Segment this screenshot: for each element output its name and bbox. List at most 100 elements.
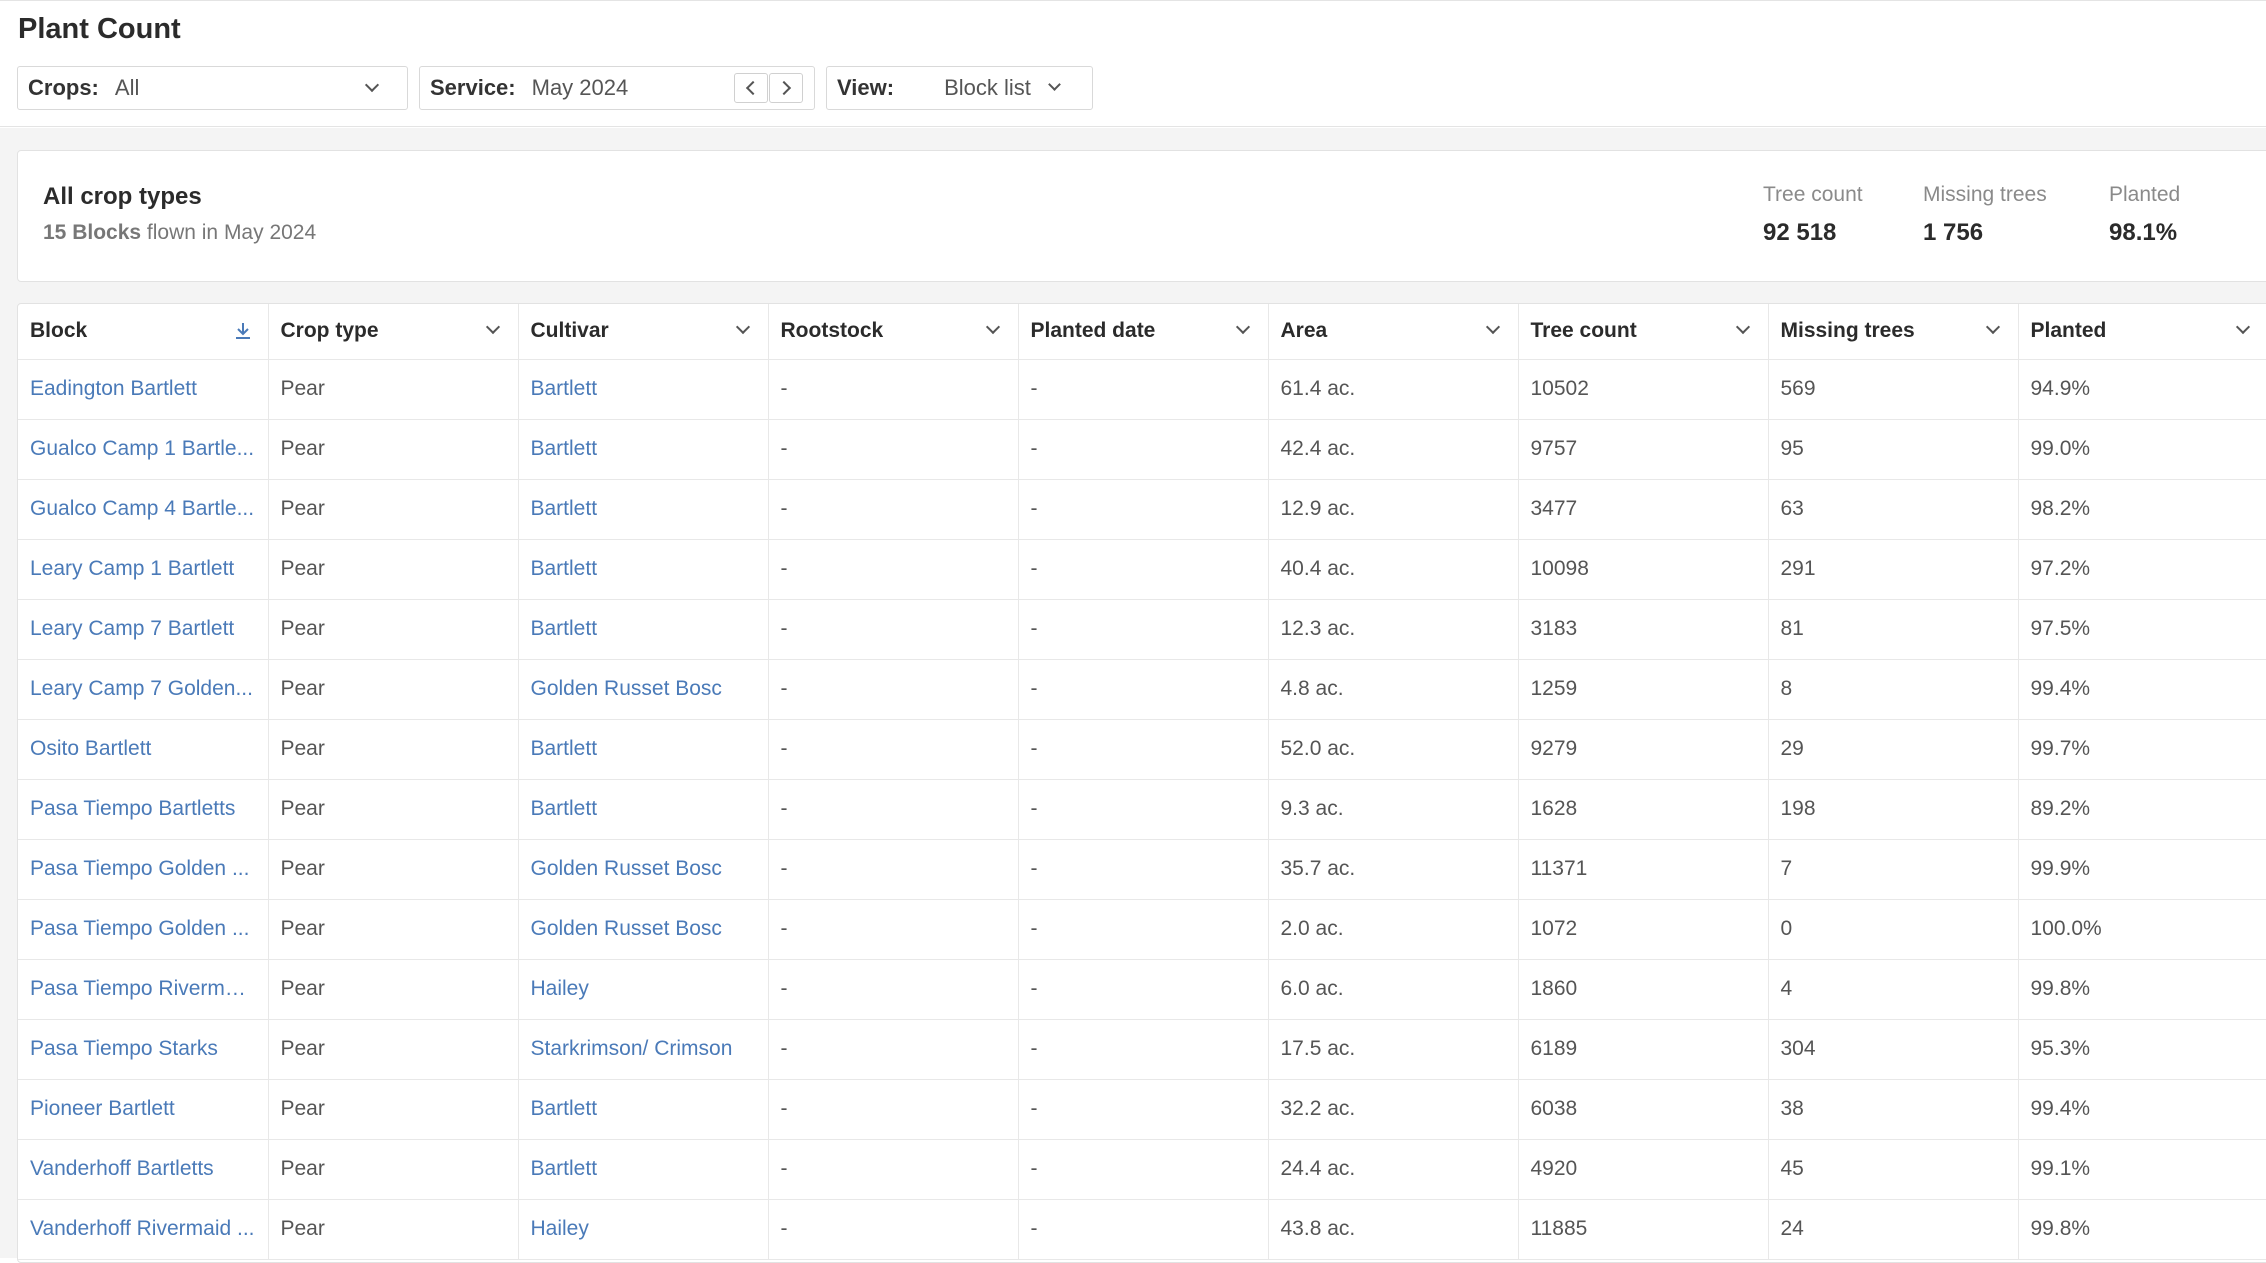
column-header-missing-trees[interactable]: Missing trees <box>1768 304 2019 360</box>
previous-month-button[interactable] <box>734 73 768 103</box>
chevron-down-icon <box>1048 78 1061 91</box>
column-header-label: Cultivar <box>530 319 609 343</box>
table-row[interactable]: Gualco Camp 1 Bartle... Pear Bartlett - -42.… <box>18 419 2266 480</box>
table-row[interactable]: Vanderhoff Bartletts Pear Bartlett - -24.4 a… <box>18 1139 2266 1200</box>
cell-block[interactable]: Pasa Tiempo Bartletts <box>18 779 269 840</box>
cell-block[interactable]: Pioneer Bartlett <box>18 1079 269 1140</box>
table-row[interactable]: Eadington Bartlett Pear Bartlett - -61.4 ac.… <box>18 359 2266 420</box>
service-filter-label: Service: <box>430 75 516 100</box>
cell-planted-date: - <box>1018 719 1269 780</box>
cell-cultivar[interactable]: Bartlett <box>518 539 769 600</box>
cell-rootstock: - <box>768 1139 1019 1200</box>
cell-planted-date: - <box>1018 1079 1269 1140</box>
cell-planted: 99.4% <box>2018 659 2266 720</box>
cell-tree-count: 10502 <box>1518 359 1769 420</box>
cell-cultivar[interactable]: Bartlett <box>518 1139 769 1200</box>
column-header-crop-type[interactable]: Crop type <box>268 304 519 360</box>
cell-missing-trees: 29 <box>1768 719 2019 780</box>
stat-label: Missing trees <box>1923 183 2047 206</box>
cell-block[interactable]: Leary Camp 1 Bartlett <box>18 539 269 600</box>
table-row[interactable]: Pasa Tiempo Golden ... Pear Golden Russet … <box>18 899 2266 960</box>
table-row[interactable]: Gualco Camp 4 Bartle... Pear Bartlett - -12.… <box>18 479 2266 540</box>
column-header-label: Planted date <box>1030 319 1156 343</box>
next-month-button[interactable] <box>769 73 803 103</box>
summary-subtitle: 15 Blocks flown in May 2024 <box>43 221 316 245</box>
table-row[interactable]: Pasa Tiempo Starks Pear Starkrimson/ Crims… <box>18 1019 2266 1080</box>
cell-planted-date: - <box>1018 839 1269 900</box>
table-row[interactable]: Vanderhoff Rivermaid ... Pear Hailey - -43.8… <box>18 1199 2266 1260</box>
table-row[interactable]: Leary Camp 7 Golden... Pear Golden Russet … <box>18 659 2266 720</box>
cell-missing-trees: 291 <box>1768 539 2019 600</box>
cell-block[interactable]: Vanderhoff Rivermaid ... <box>18 1199 269 1260</box>
column-header-planted-date[interactable]: Planted date <box>1018 304 1269 360</box>
sort-download-icon[interactable] <box>234 321 252 341</box>
cell-crop-type: Pear <box>268 1019 519 1080</box>
chevron-down-icon[interactable] <box>485 319 500 335</box>
column-header-tree-count[interactable]: Tree count <box>1518 304 1769 360</box>
cell-cultivar[interactable]: Bartlett <box>518 479 769 540</box>
crops-filter-dropdown[interactable]: Crops: All <box>17 66 408 110</box>
cell-block[interactable]: Pasa Tiempo Golden ... <box>18 899 269 960</box>
cell-tree-count: 6038 <box>1518 1079 1769 1140</box>
cell-cultivar[interactable]: Bartlett <box>518 419 769 480</box>
chevron-left-icon <box>745 80 761 96</box>
view-filter-dropdown[interactable]: View: Block list <box>826 66 1093 110</box>
cell-cultivar[interactable]: Golden Russet Bosc <box>518 899 769 960</box>
cell-cultivar[interactable]: Bartlett <box>518 599 769 660</box>
table-row[interactable]: Pasa Tiempo Bartletts Pear Bartlett - -9.3 a… <box>18 779 2266 840</box>
cell-block[interactable]: Gualco Camp 1 Bartle... <box>18 419 269 480</box>
cell-planted-date: - <box>1018 539 1269 600</box>
cell-block[interactable]: Osito Bartlett <box>18 719 269 780</box>
chevron-down-icon[interactable] <box>1235 319 1250 335</box>
table-row[interactable]: Pasa Tiempo Golden ... Pear Golden Russet … <box>18 839 2266 900</box>
column-header-block[interactable]: Block <box>18 304 269 360</box>
stat-value: 1 756 <box>1923 219 1984 246</box>
cell-cultivar[interactable]: Golden Russet Bosc <box>518 659 769 720</box>
chevron-down-icon[interactable] <box>2235 319 2250 335</box>
cell-missing-trees: 304 <box>1768 1019 2019 1080</box>
cell-crop-type: Pear <box>268 959 519 1020</box>
cell-cultivar[interactable]: Bartlett <box>518 1079 769 1140</box>
chevron-down-icon[interactable] <box>1485 319 1500 335</box>
cell-cultivar[interactable]: Bartlett <box>518 359 769 420</box>
cell-missing-trees: 4 <box>1768 959 2019 1020</box>
cell-cultivar[interactable]: Golden Russet Bosc <box>518 839 769 900</box>
cell-block[interactable]: Gualco Camp 4 Bartle... <box>18 479 269 540</box>
chevron-down-icon[interactable] <box>985 319 1000 335</box>
cell-cultivar[interactable]: Hailey <box>518 1199 769 1260</box>
table-row[interactable]: Osito Bartlett Pear Bartlett - -52.0 ac. 9279… <box>18 719 2266 780</box>
cell-cultivar[interactable]: Hailey <box>518 959 769 1020</box>
cell-rootstock: - <box>768 1079 1019 1140</box>
table-row[interactable]: Pasa Tiempo Rivermai... Pear Hailey - -6.0 a… <box>18 959 2266 1020</box>
blocks-table: Block Crop type Cultivar Rootstock Planted d… <box>18 304 2266 1260</box>
column-header-planted[interactable]: Planted <box>2018 304 2266 360</box>
cell-crop-type: Pear <box>268 659 519 720</box>
cell-block[interactable]: Eadington Bartlett <box>18 359 269 420</box>
cell-block[interactable]: Vanderhoff Bartletts <box>18 1139 269 1200</box>
cell-block[interactable]: Pasa Tiempo Golden ... <box>18 839 269 900</box>
table-row[interactable]: Pioneer Bartlett Pear Bartlett - -32.2 ac. 60… <box>18 1079 2266 1140</box>
cell-block[interactable]: Leary Camp 7 Golden... <box>18 659 269 720</box>
crops-filter-label: Crops: <box>28 75 99 100</box>
cell-planted: 98.2% <box>2018 479 2266 540</box>
cell-area: 40.4 ac. <box>1268 539 1519 600</box>
cell-block[interactable]: Pasa Tiempo Starks <box>18 1019 269 1080</box>
table-row[interactable]: Leary Camp 1 Bartlett Pear Bartlett - -40.4 … <box>18 539 2266 600</box>
chevron-down-icon[interactable] <box>1735 319 1750 335</box>
column-header-rootstock[interactable]: Rootstock <box>768 304 1019 360</box>
cell-missing-trees: 0 <box>1768 899 2019 960</box>
table-row[interactable]: Leary Camp 7 Bartlett Pear Bartlett - -12.3 … <box>18 599 2266 660</box>
service-filter[interactable]: Service: May 2024 <box>419 66 815 110</box>
chevron-down-icon[interactable] <box>1985 319 2000 335</box>
column-header-cultivar[interactable]: Cultivar <box>518 304 769 360</box>
column-header-area[interactable]: Area <box>1268 304 1519 360</box>
cell-cultivar[interactable]: Starkrimson/ Crimson <box>518 1019 769 1080</box>
cell-area: 17.5 ac. <box>1268 1019 1519 1080</box>
chevron-down-icon[interactable] <box>735 319 750 335</box>
cell-block[interactable]: Leary Camp 7 Bartlett <box>18 599 269 660</box>
cell-cultivar[interactable]: Bartlett <box>518 719 769 780</box>
cell-area: 61.4 ac. <box>1268 359 1519 420</box>
cell-block[interactable]: Pasa Tiempo Rivermai... <box>18 959 269 1020</box>
cell-planted: 89.2% <box>2018 779 2266 840</box>
cell-cultivar[interactable]: Bartlett <box>518 779 769 840</box>
